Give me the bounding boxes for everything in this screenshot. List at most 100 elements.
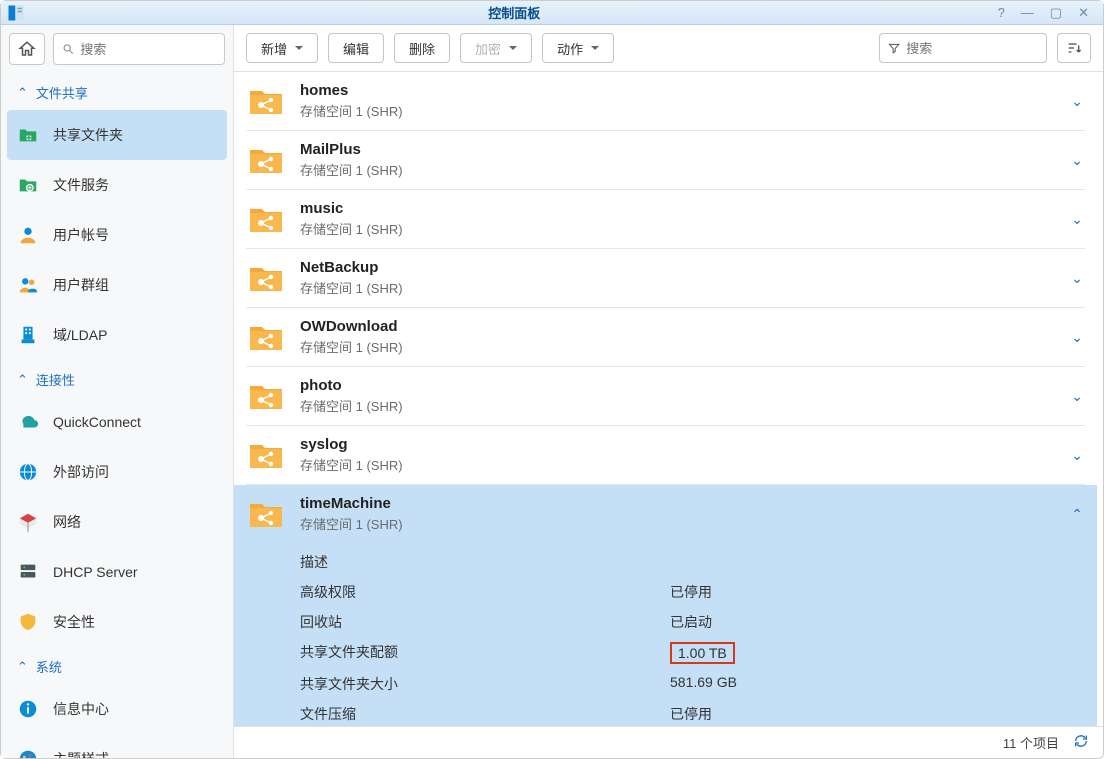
chevron-up-icon: ⌃ (17, 372, 28, 388)
sidebar-group-header[interactable]: ⌃ 文件共享 (1, 73, 233, 110)
help-button[interactable]: ? (998, 5, 1005, 21)
sidebar-search-input[interactable] (80, 42, 216, 57)
sidebar-item-label: 用户群组 (53, 275, 109, 295)
folder-row[interactable]: homes存储空间 1 (SHR)⌄ (234, 72, 1097, 130)
sidebar-item-icon (17, 611, 39, 633)
folder-storage: 存储空间 1 (SHR) (300, 101, 1055, 120)
sidebar-group-label: 连接性 (36, 370, 75, 389)
sidebar-item[interactable]: 信息中心 (1, 684, 233, 734)
search-icon (62, 42, 74, 56)
share-folder-icon (248, 85, 284, 117)
sidebar-item-label: 外部访问 (53, 462, 109, 482)
sidebar-group-header[interactable]: ⌃ 连接性 (1, 360, 233, 397)
sidebar-item[interactable]: 共享文件夹 (7, 110, 227, 160)
folder-name: homes (300, 82, 1055, 99)
detail-value: 已停用 (670, 704, 712, 724)
chevron-down-icon: ⌄ (1071, 447, 1083, 464)
sidebar-item-icon (17, 174, 39, 196)
share-folder-icon (248, 262, 284, 294)
window-title: 控制面板 (31, 3, 998, 22)
close-button[interactable]: ✕ (1078, 5, 1089, 21)
folder-details: 描述高级权限已停用回收站已启动共享文件夹配额1.00 TB共享文件夹大小581.… (234, 543, 1097, 726)
folder-row[interactable]: OWDownload 存储空间 1 (SHR) ⌄ (234, 308, 1097, 366)
sort-icon (1066, 40, 1082, 56)
sidebar-group-label: 系统 (36, 657, 62, 676)
create-button[interactable]: 新增 (246, 33, 318, 63)
sidebar-item[interactable]: 网络 (1, 497, 233, 547)
detail-value: 1.00 TB (670, 642, 735, 664)
sidebar-item[interactable]: DHCP Server (1, 547, 233, 597)
app-icon (7, 4, 25, 22)
sidebar-item-label: 安全性 (53, 612, 95, 632)
chevron-up-icon: ⌃ (1071, 506, 1083, 523)
sidebar-item-icon (17, 411, 39, 433)
folder-storage: 存储空间 1 (SHR) (300, 337, 1055, 356)
sidebar-group-label: 文件共享 (36, 83, 88, 102)
sidebar-item-label: 域/LDAP (53, 325, 107, 345)
quota-highlight: 1.00 TB (670, 642, 735, 664)
sidebar-item[interactable]: 域/LDAP (1, 310, 233, 360)
chevron-down-icon: ⌄ (1071, 211, 1083, 228)
detail-value: 已启动 (670, 612, 712, 632)
sidebar-item-icon (17, 461, 39, 483)
refresh-button[interactable] (1073, 733, 1089, 752)
folder-storage: 存储空间 1 (SHR) (300, 160, 1055, 179)
folder-list[interactable]: homes存储空间 1 (SHR)⌄MailPlus存储空间 1 (SHR)⌄m… (234, 72, 1103, 726)
sidebar-item-icon (17, 324, 39, 346)
sidebar-item-icon (17, 274, 39, 296)
home-button[interactable] (9, 33, 45, 65)
toolbar: 新增 编辑 删除 加密 动作 (234, 25, 1103, 72)
edit-button[interactable]: 编辑 (328, 33, 384, 63)
folder-storage: 存储空间 1 (SHR) (300, 278, 1055, 297)
encrypt-button[interactable]: 加密 (460, 33, 532, 63)
share-folder-icon (248, 380, 284, 412)
folder-storage: 存储空间 1 (SHR) (300, 219, 1055, 238)
folder-name: photo (300, 377, 1055, 394)
chevron-up-icon: ⌃ (17, 659, 28, 675)
refresh-icon (1073, 733, 1089, 749)
delete-button[interactable]: 删除 (394, 33, 450, 63)
folder-storage: 存储空间 1 (SHR) (300, 514, 1055, 533)
folder-name: NetBackup (300, 259, 1055, 276)
sidebar-item-icon (17, 511, 39, 533)
sidebar-item-label: DHCP Server (53, 564, 138, 580)
sidebar-item[interactable]: 用户帐号 (1, 210, 233, 260)
folder-row[interactable]: music 存储空间 1 (SHR) ⌄ (234, 190, 1097, 248)
sidebar-item-label: 主题样式 (53, 749, 109, 758)
detail-key: 高级权限 (300, 582, 670, 602)
folder-search[interactable] (879, 33, 1047, 63)
folder-row[interactable]: syslog存储空间 1 (SHR)⌄ (234, 426, 1097, 484)
sidebar-item[interactable]: 用户群组 (1, 260, 233, 310)
minimize-button[interactable]: — (1021, 5, 1034, 21)
sidebar-search[interactable] (53, 33, 225, 65)
folder-row[interactable]: NetBackup存储空间 1 (SHR)⌄ (234, 249, 1097, 307)
folder-search-input[interactable] (906, 41, 1038, 56)
detail-value: 已停用 (670, 582, 712, 602)
sidebar-item[interactable]: QuickConnect (1, 397, 233, 447)
sidebar-item-label: 信息中心 (53, 699, 109, 719)
folder-name: music (300, 200, 1055, 217)
sidebar-item-label: 用户帐号 (53, 225, 109, 245)
chevron-up-icon: ⌃ (17, 85, 28, 101)
folder-row[interactable]: MailPlus存储空间 1 (SHR)⌄ (234, 131, 1097, 189)
detail-key: 回收站 (300, 612, 670, 632)
sidebar-item[interactable]: 主题样式 (1, 734, 233, 758)
folder-storage: 存储空间 1 (SHR) (300, 396, 1055, 415)
action-button[interactable]: 动作 (542, 33, 614, 63)
folder-row[interactable]: timeMachine 存储空间 1 (SHR) ⌃ (234, 485, 1097, 543)
sidebar-item[interactable]: 安全性 (1, 597, 233, 647)
sort-button[interactable] (1057, 33, 1091, 63)
chevron-down-icon: ⌄ (1071, 329, 1083, 346)
maximize-button[interactable]: ▢ (1050, 5, 1062, 21)
folder-row[interactable]: photo存储空间 1 (SHR)⌄ (234, 367, 1097, 425)
folder-name: OWDownload (300, 318, 1055, 335)
share-folder-icon (248, 439, 284, 471)
folder-name: timeMachine (300, 495, 1055, 512)
sidebar-item-icon (17, 224, 39, 246)
sidebar-group-header[interactable]: ⌃ 系统 (1, 647, 233, 684)
filter-icon (888, 41, 900, 55)
detail-key: 描述 (300, 552, 670, 572)
sidebar-item[interactable]: 外部访问 (1, 447, 233, 497)
sidebar-item[interactable]: 文件服务 (1, 160, 233, 210)
statusbar: 11 个项目 (234, 726, 1103, 758)
